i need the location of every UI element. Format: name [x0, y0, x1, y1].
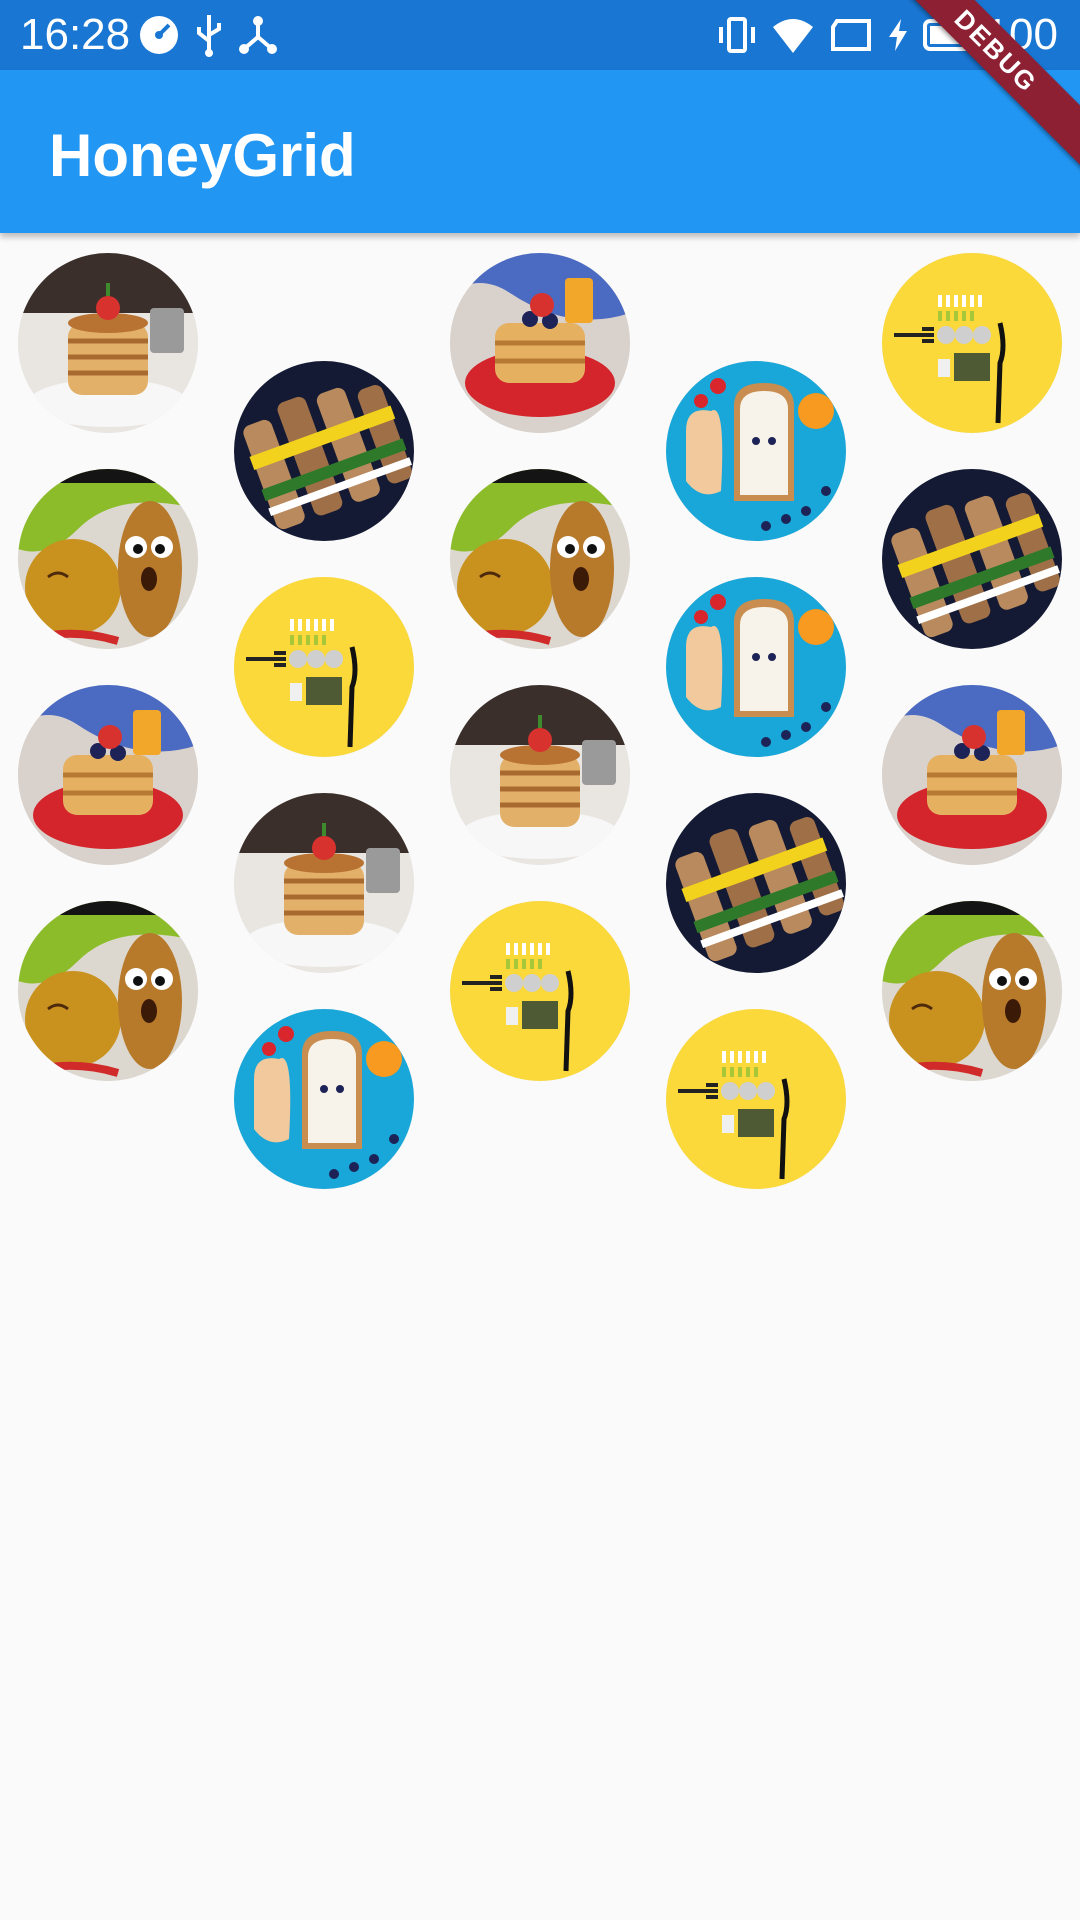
skewers-image — [666, 793, 846, 973]
grid-item-cutlery[interactable] — [666, 1009, 846, 1189]
vibrate-icon — [717, 15, 757, 55]
grid-item-pancakes[interactable] — [234, 793, 414, 973]
potatoes-image — [18, 901, 198, 1081]
waffles-image — [18, 685, 198, 865]
grid-item-toast[interactable] — [234, 1009, 414, 1189]
grid-item-waffles[interactable] — [18, 685, 198, 865]
grid-item-skewers[interactable] — [882, 469, 1062, 649]
pancakes-image — [450, 685, 630, 865]
app-bar: HoneyGrid — [0, 70, 1080, 233]
status-left-icons — [138, 10, 292, 60]
potatoes-image — [18, 469, 198, 649]
potatoes-image — [882, 901, 1062, 1081]
grid-item-toast[interactable] — [666, 577, 846, 757]
speedometer-icon — [138, 14, 180, 56]
grid-item-cutlery[interactable] — [450, 901, 630, 1081]
waffles-image — [450, 253, 630, 433]
toast-image — [666, 577, 846, 757]
sim-card-icon — [829, 17, 873, 53]
cutlery-image — [882, 253, 1062, 433]
grid-item-potatoes[interactable] — [882, 901, 1062, 1081]
status-bar: 16:28 100 — [0, 0, 1080, 70]
usb-icon — [194, 13, 224, 57]
pancakes-image — [18, 253, 198, 433]
grid-item-toast[interactable] — [666, 361, 846, 541]
grid-item-cutlery[interactable] — [234, 577, 414, 757]
grid-item-potatoes[interactable] — [18, 901, 198, 1081]
grid-item-pancakes[interactable] — [18, 253, 198, 433]
toast-image — [666, 361, 846, 541]
grid-item-potatoes[interactable] — [450, 469, 630, 649]
skewers-image — [234, 361, 414, 541]
cutlery-image — [450, 901, 630, 1081]
waffles-image — [882, 685, 1062, 865]
grid-item-waffles[interactable] — [882, 685, 1062, 865]
grid-item-skewers[interactable] — [666, 793, 846, 973]
network-icon — [238, 15, 278, 55]
app-title: HoneyGrid — [49, 122, 356, 189]
skewers-image — [882, 469, 1062, 649]
grid-item-cutlery[interactable] — [882, 253, 1062, 433]
grid-item-waffles[interactable] — [450, 253, 630, 433]
potatoes-image — [450, 469, 630, 649]
cutlery-image — [234, 577, 414, 757]
grid-item-skewers[interactable] — [234, 361, 414, 541]
charging-icon — [887, 17, 909, 53]
wifi-icon — [771, 15, 815, 55]
honeycomb-grid — [0, 233, 1080, 1920]
toast-image — [234, 1009, 414, 1189]
pancakes-image — [234, 793, 414, 973]
cutlery-image — [666, 1009, 846, 1189]
status-time: 16:28 — [20, 10, 131, 59]
grid-item-pancakes[interactable] — [450, 685, 630, 865]
grid-item-potatoes[interactable] — [18, 469, 198, 649]
